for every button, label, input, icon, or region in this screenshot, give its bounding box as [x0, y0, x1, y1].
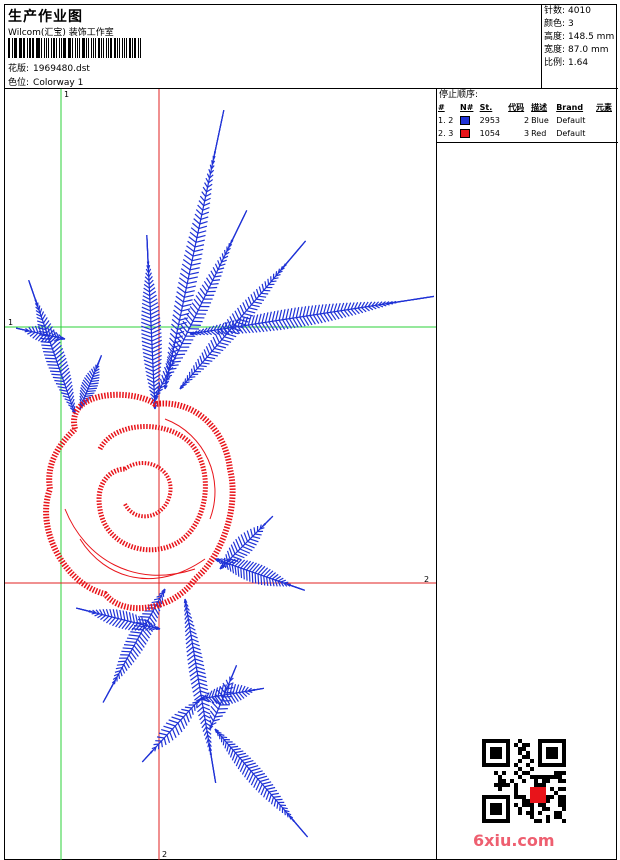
column-header: Brand	[556, 103, 584, 112]
stats-panel: 针数: 4010 颜色: 3 高度: 148.5 mm 宽度: 87.0 mm 比例: 1…	[542, 5, 618, 89]
axis-label-top: 1	[64, 90, 70, 99]
row-code: 2	[523, 116, 530, 125]
row-swatch-cell	[459, 127, 479, 140]
stop-sequence-panel: 停止顺序: # N# St. 代码 描述 Brand 元素 1. 2 2953	[437, 89, 618, 143]
column-header: 元素	[596, 103, 612, 112]
row-index-value: 2.	[438, 129, 446, 138]
production-sheet: 生产作业图 Wilcom(汇宝) 装饰工作室 花版: 1969480.dst 色位…	[4, 4, 618, 860]
color-swatch	[460, 116, 471, 125]
row-index: 1. 2	[437, 114, 459, 127]
row-description: Red	[531, 129, 547, 138]
axis-label-left: 1	[8, 318, 14, 327]
embroidery-design	[5, 89, 436, 860]
column-header: N#	[460, 103, 474, 112]
row-stitches: 2953	[479, 116, 500, 125]
row-element	[595, 127, 618, 140]
row-code: 3	[523, 129, 530, 138]
stop-sequence-table: # N# St. 代码 描述 Brand 元素 1. 2 2953 2 Blue…	[437, 101, 618, 140]
column-header: 代码	[508, 103, 525, 112]
stat-label: 宽度:	[544, 45, 566, 55]
stat-width: 宽度: 87.0 mm	[542, 44, 618, 57]
axis-label-bottom: 2	[162, 850, 168, 859]
watermark-logo: 6xiu.com	[473, 831, 555, 850]
stat-label: 高度:	[544, 32, 566, 42]
design-preview: 1 1 2 2	[5, 89, 437, 860]
column-header: #	[438, 103, 445, 112]
blue-thread-layer	[15, 109, 435, 838]
stat-label: 颜色:	[544, 19, 566, 29]
column-header: St.	[479, 103, 493, 112]
column-header: 描述	[531, 103, 548, 112]
table-row: 2. 3 1054 3 Red Default	[437, 127, 618, 140]
stop-sequence-title: 停止顺序:	[439, 90, 479, 100]
table-row: 1. 2 2953 2 Blue Default	[437, 114, 618, 127]
design-name-label: 花版:	[8, 64, 30, 74]
stat-value: 87.0 mm	[568, 45, 609, 55]
red-thread-layer	[43, 391, 236, 612]
stat-height: 高度: 148.5 mm	[542, 31, 618, 44]
row-element	[595, 114, 618, 127]
design-name-row: 花版: 1969480.dst	[8, 61, 90, 74]
row-description: Blue	[531, 116, 549, 125]
row-index: 2. 3	[437, 127, 459, 140]
colorway-label: 色位:	[8, 78, 30, 88]
colorway-row: 色位: Colorway 1	[8, 75, 83, 88]
stat-scale: 比例: 1.64	[542, 57, 618, 70]
stat-value: 4010	[568, 6, 591, 16]
color-swatch	[460, 129, 471, 138]
title-block: 生产作业图 Wilcom(汇宝) 装饰工作室 花版: 1969480.dst 色位…	[5, 5, 542, 89]
row-needle-value: 3	[448, 129, 454, 138]
row-needle-value: 2	[448, 116, 454, 125]
row-index-value: 1.	[438, 116, 446, 125]
stat-stitches: 针数: 4010	[542, 5, 618, 18]
row-brand: Default	[556, 116, 586, 125]
design-name-value: 1969480.dst	[33, 64, 90, 74]
company-name: Wilcom(汇宝) 装饰工作室	[8, 28, 114, 38]
stat-label: 针数:	[544, 6, 566, 16]
row-brand: Default	[556, 129, 586, 138]
stat-value: 1.64	[568, 58, 589, 68]
barcode	[8, 38, 142, 58]
axis-label-right: 2	[424, 575, 430, 584]
colorway-value: Colorway 1	[33, 78, 84, 88]
stat-colors: 颜色: 3	[542, 18, 618, 31]
stat-value: 3	[568, 19, 574, 29]
qr-code	[482, 739, 566, 823]
row-stitches: 1054	[479, 129, 500, 138]
page-title: 生产作业图	[8, 9, 83, 25]
stat-label: 比例:	[544, 58, 566, 68]
row-swatch-cell	[459, 114, 479, 127]
table-header-row: # N# St. 代码 描述 Brand 元素	[437, 101, 618, 114]
stat-value: 148.5 mm	[568, 32, 615, 42]
